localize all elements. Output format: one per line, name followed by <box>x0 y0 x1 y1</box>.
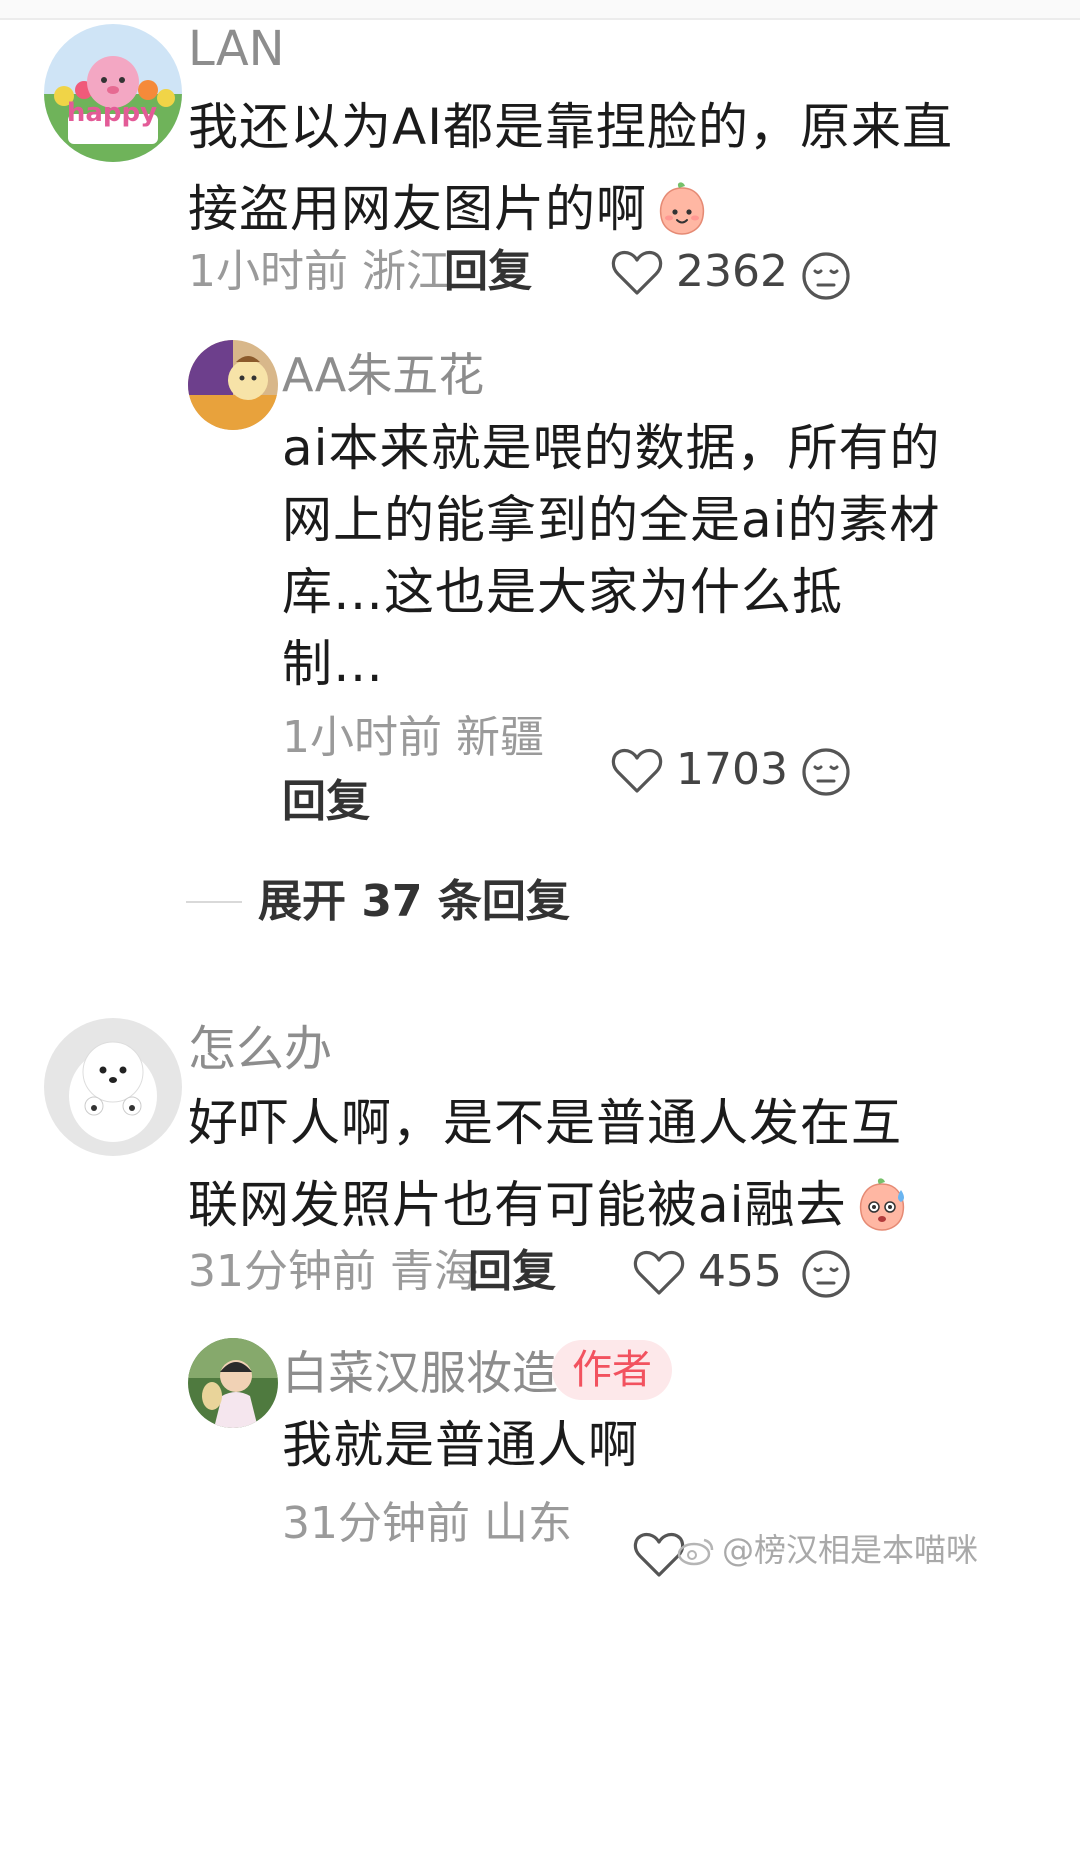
comment-text: ai本来就是喂的数据，所有的 网上的能拿到的全是ai的素材 库…这也是大家为什么… <box>282 412 1052 700</box>
dislike-face-icon <box>802 1250 850 1298</box>
like-button[interactable]: 1703 <box>610 742 788 798</box>
peach-sweat-emoji <box>853 1176 911 1234</box>
timestamp: 1小时前 <box>188 246 348 297</box>
comment-line: ai本来就是喂的数据，所有的 <box>282 419 941 477</box>
like-button[interactable]: 455 <box>632 1244 782 1300</box>
comment-meta: 31分钟前 山东 <box>282 1496 572 1552</box>
reply-button[interactable]: 回复 <box>468 1244 556 1300</box>
top-divider <box>0 0 1080 20</box>
username[interactable]: LAN <box>188 20 285 78</box>
author-badge: 作者 <box>552 1340 672 1400</box>
username[interactable]: 怎么办 <box>188 1020 332 1078</box>
location: 新疆 <box>456 712 544 763</box>
comment-meta: 1小时前 浙江 <box>188 244 450 300</box>
dislike-button[interactable] <box>800 746 852 798</box>
avatar[interactable] <box>44 1018 182 1156</box>
weibo-logo-icon <box>677 1538 714 1566</box>
reply-button[interactable]: 回复 <box>282 774 370 830</box>
expand-divider <box>186 901 242 903</box>
like-count: 455 <box>698 1246 782 1297</box>
comment-line-wrap: 联网发照片也有可能被ai融去 <box>188 1164 1048 1246</box>
comment-line: 联网发照片也有可能被ai融去 <box>188 1176 847 1234</box>
reply-button[interactable]: 回复 <box>444 244 532 300</box>
comment-line: 接盗用网友图片的啊 <box>188 180 647 238</box>
comment-line: 库…这也是大家为什么抵 <box>282 563 843 621</box>
comment-meta: 31分钟前 青海 <box>188 1244 478 1300</box>
heart-icon <box>611 748 663 793</box>
peach-smile-emoji <box>653 180 711 238</box>
comment-text: 我还以为AI都是靠捏脸的，原来直 接盗用网友图片的啊 <box>188 86 1048 250</box>
watermark-text: @榜汉相是本喵咪 <box>722 1531 979 1569</box>
avatar-caption: happy <box>66 98 158 128</box>
timestamp: 31分钟前 <box>282 1498 470 1549</box>
dislike-button[interactable] <box>800 250 852 302</box>
avatar-image <box>188 1338 278 1428</box>
comment-line: 制… <box>282 635 384 693</box>
location: 山东 <box>484 1498 572 1549</box>
avatar[interactable] <box>188 340 278 430</box>
username[interactable]: AA朱五花 <box>282 346 484 404</box>
timestamp: 1小时前 <box>282 712 442 763</box>
like-button[interactable]: 2362 <box>610 244 788 300</box>
comment-line: 我还以为AI都是靠捏脸的，原来直 <box>188 98 953 156</box>
comment-line: 网上的能拿到的全是ai的素材 <box>282 491 941 549</box>
avatar-image <box>44 24 182 162</box>
avatar[interactable] <box>44 24 182 162</box>
expand-replies-button[interactable]: 展开 37 条回复 <box>258 874 570 930</box>
username[interactable]: 白菜汉服妆造 <box>282 1344 558 1402</box>
timestamp: 31分钟前 <box>188 1246 376 1297</box>
location: 青海 <box>390 1246 478 1297</box>
like-count: 1703 <box>676 744 788 795</box>
avatar[interactable] <box>188 1338 278 1428</box>
comment-text: 我就是普通人啊 <box>282 1404 1052 1486</box>
avatar-image <box>188 340 278 430</box>
dislike-face-icon <box>802 252 850 300</box>
comment-line-wrap: 接盗用网友图片的啊 <box>188 168 1048 250</box>
heart-icon <box>633 1250 685 1295</box>
comment-line: 好吓人啊，是不是普通人发在互 <box>188 1094 902 1152</box>
location: 浙江 <box>362 246 450 297</box>
comment-line: 我就是普通人啊 <box>282 1416 639 1474</box>
dislike-button[interactable] <box>800 1248 852 1300</box>
comment-meta: 1小时前 新疆 <box>282 710 544 766</box>
dislike-face-icon <box>802 748 850 796</box>
watermark: @榜汉相是本喵咪 <box>676 1530 978 1570</box>
heart-icon <box>611 250 663 295</box>
avatar-image <box>44 1018 182 1156</box>
comment-text: 好吓人啊，是不是普通人发在互 联网发照片也有可能被ai融去 <box>188 1082 1048 1246</box>
like-count: 2362 <box>676 246 788 297</box>
